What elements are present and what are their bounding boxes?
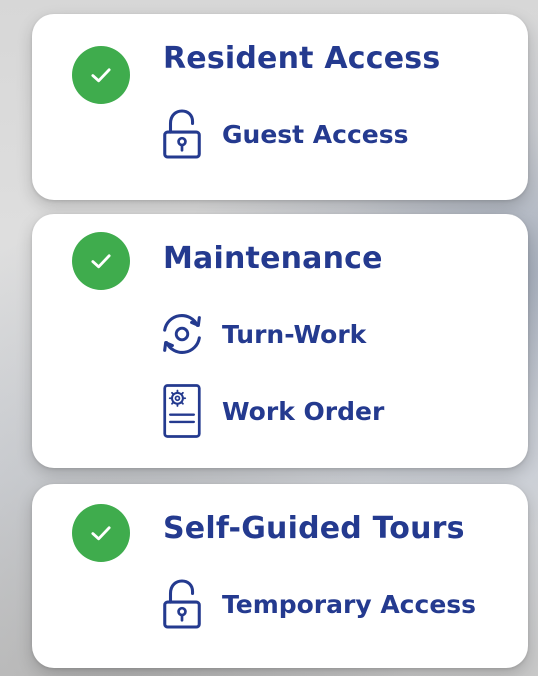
card-maintenance: Maintenance Turn-Work Work Order <box>32 214 528 468</box>
item-label: Work Order <box>222 396 385 426</box>
card-self-guided-tours: Self-Guided Tours Temporary Access <box>32 484 528 668</box>
check-icon <box>72 232 130 290</box>
check-icon <box>72 504 130 562</box>
refresh-gear-icon <box>156 308 208 360</box>
item-label: Guest Access <box>222 119 409 149</box>
temporary-access-link[interactable]: Temporary Access <box>156 578 476 630</box>
padlock-icon <box>156 108 208 160</box>
card-title: Maintenance <box>163 241 383 276</box>
card-resident-access: Resident Access Guest Access <box>32 14 528 200</box>
padlock-icon <box>156 578 208 630</box>
work-order-document-icon <box>156 378 208 444</box>
item-label: Turn-Work <box>222 319 367 349</box>
check-icon <box>72 46 130 104</box>
turn-work-link[interactable]: Turn-Work <box>156 308 366 360</box>
guest-access-link[interactable]: Guest Access <box>156 108 409 160</box>
item-label: Temporary Access <box>222 589 477 619</box>
card-title: Self-Guided Tours <box>163 511 465 546</box>
work-order-link[interactable]: Work Order <box>156 378 384 444</box>
card-title: Resident Access <box>163 41 441 76</box>
